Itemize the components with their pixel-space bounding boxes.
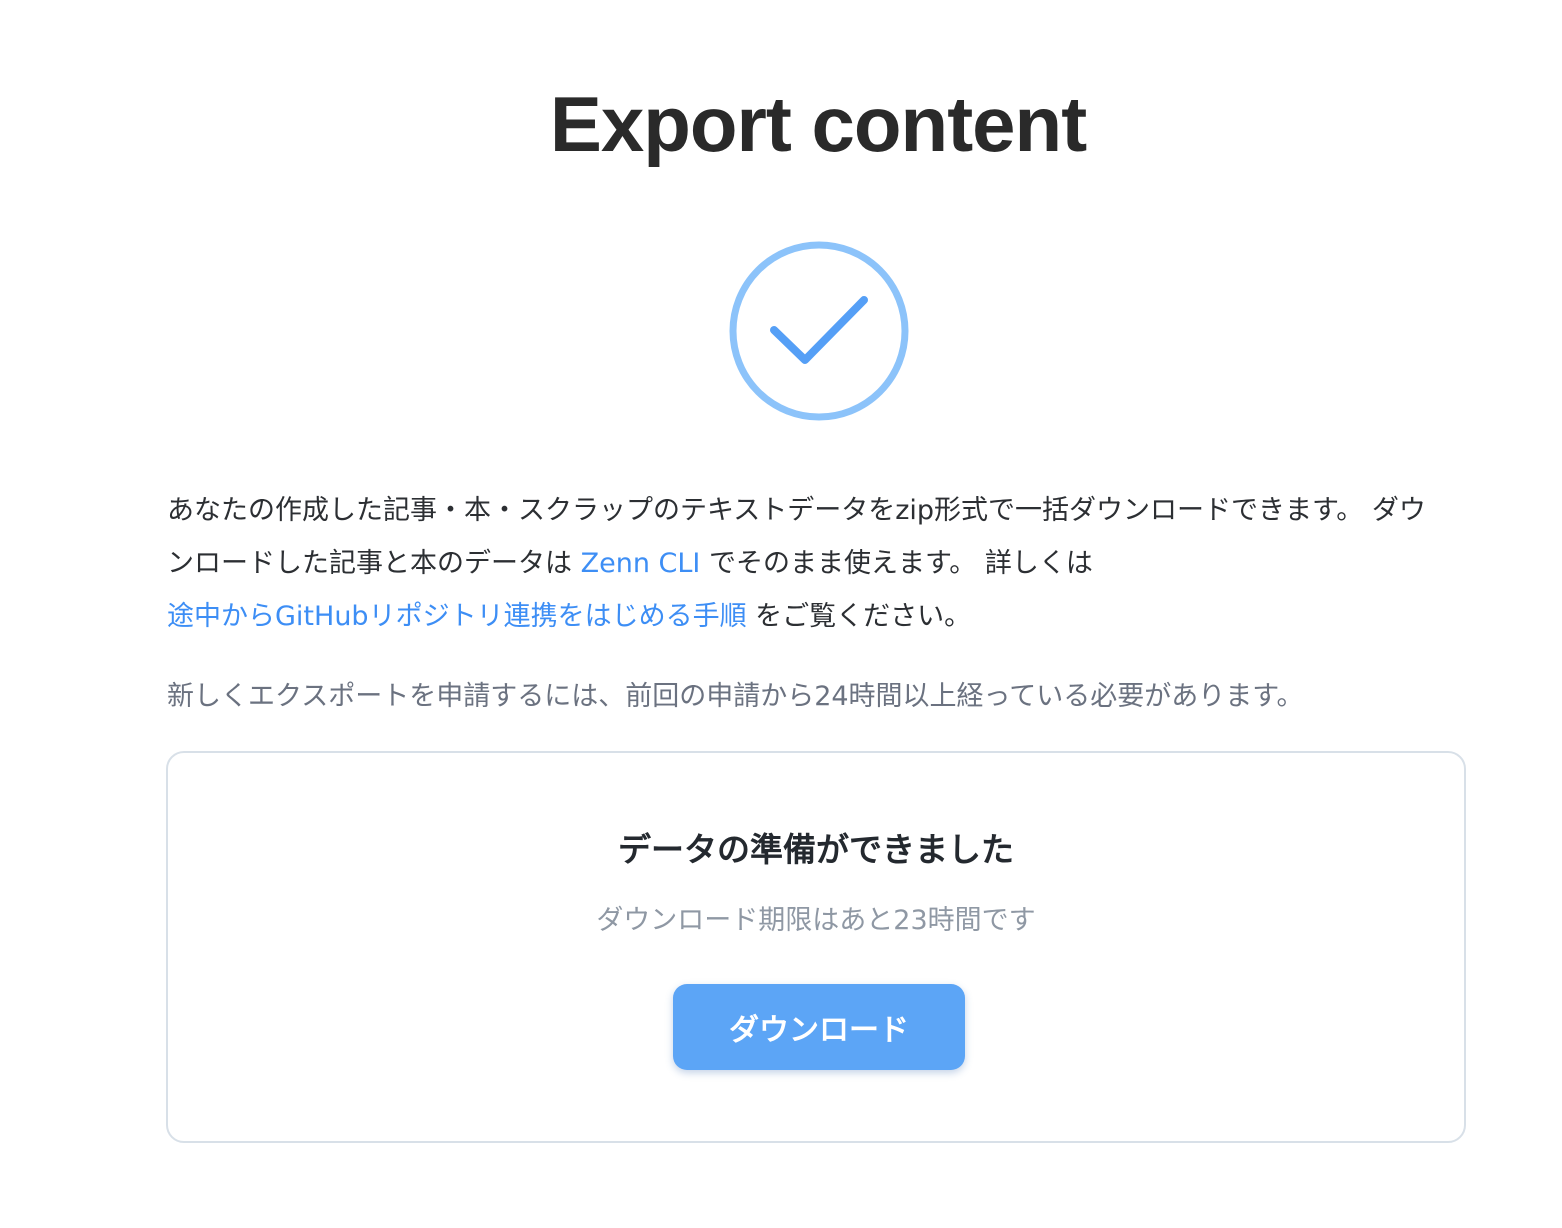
github-guide-link[interactable]: 途中からGitHubリポジトリ連携をはじめる手順 [167,601,747,632]
zenn-cli-link[interactable]: Zenn CLI [581,548,701,579]
page-title: Export content [549,80,1087,168]
card-title: データの準備ができました [618,830,1014,869]
download-deadline: ダウンロード期限はあと23時間です [596,905,1036,936]
intro-text-3: をご覧ください。 [746,601,972,632]
download-card: データの準備ができました ダウンロード期限はあと23時間です ダウンロード [166,751,1466,1143]
intro-paragraph: あなたの作成した記事・本・スクラップのテキストデータをzip形式で一括ダウンロー… [167,484,1437,643]
download-button[interactable]: ダウンロード [673,984,965,1070]
intro-text-2: でそのまま使えます。 詳しくは [700,548,1093,579]
check-circle-icon [729,241,909,421]
export-notice: 新しくエクスポートを申請するには、前回の申請から24時間以上経っている必要があり… [167,681,1304,712]
